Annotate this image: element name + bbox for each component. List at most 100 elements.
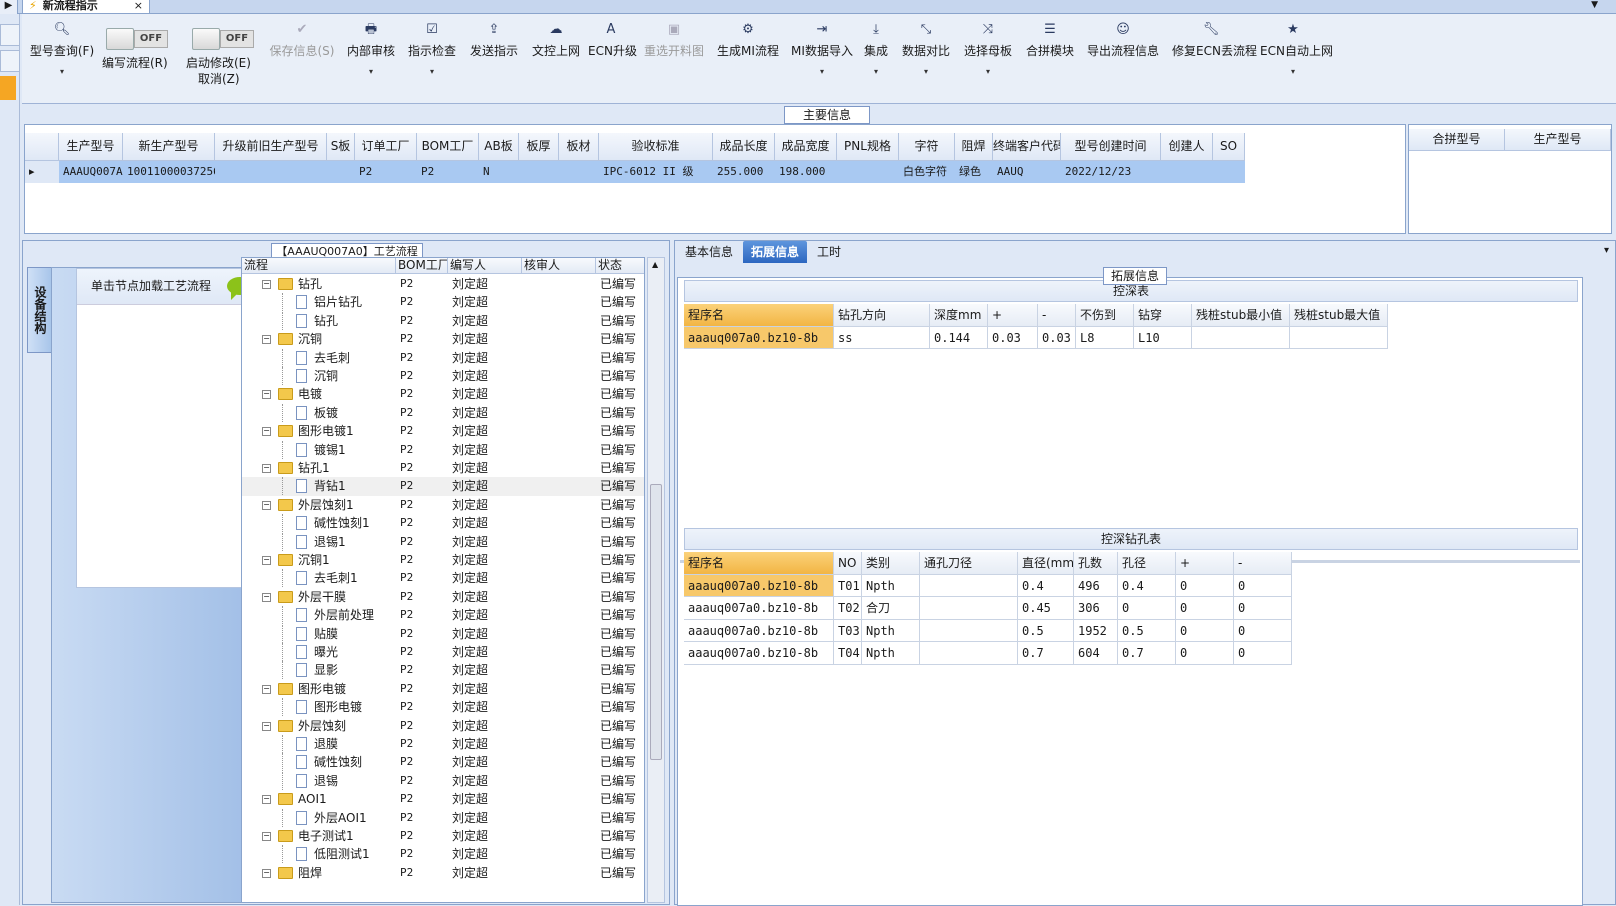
- tree-row[interactable]: 曝光 P2 刘定超 已编写: [242, 643, 644, 661]
- merge-module-button[interactable]: ☰ 合拼模块: [1024, 22, 1076, 59]
- save-info-button[interactable]: ✔ 保存信息(S): [268, 22, 336, 59]
- main-info-cell[interactable]: 白色字符: [899, 161, 955, 183]
- grid-cell[interactable]: 0: [1176, 619, 1234, 643]
- grid-column-header[interactable]: 程序名: [684, 304, 834, 327]
- chevron-down-icon[interactable]: ▾: [900, 65, 952, 79]
- tab-extended-info[interactable]: 拓展信息: [743, 241, 807, 263]
- repair-ecn-flow-button[interactable]: 🔧︎ 修复ECN丢流程: [1172, 22, 1257, 59]
- grid-cell[interactable]: T02: [834, 597, 862, 620]
- main-info-cell[interactable]: P2: [355, 161, 417, 183]
- grid-cell[interactable]: 0: [1176, 597, 1234, 620]
- grid-cell[interactable]: aaauq007a0.bz10-8b: [684, 326, 834, 350]
- toggle-knob[interactable]: [106, 28, 134, 50]
- main-info-cell[interactable]: 绿色: [955, 161, 993, 183]
- cancel-edit-label[interactable]: 取消(Z): [198, 70, 240, 87]
- main-info-cell[interactable]: [215, 161, 327, 183]
- grid-cell[interactable]: 1952: [1074, 619, 1118, 643]
- main-info-column-header[interactable]: BOM工厂: [417, 133, 479, 161]
- grid-column-header[interactable]: 类别: [862, 552, 920, 575]
- grid-cell[interactable]: [920, 597, 1018, 620]
- collapse-icon[interactable]: −: [262, 500, 271, 510]
- tree-row[interactable]: 板镀 P2 刘定超 已编写: [242, 403, 644, 422]
- grid-cell[interactable]: 0: [1176, 574, 1234, 598]
- main-info-column-header[interactable]: 板厚: [519, 133, 559, 161]
- chevron-down-icon[interactable]: ▾: [1260, 65, 1326, 79]
- grid-column-header[interactable]: -: [1038, 304, 1076, 327]
- main-info-cell[interactable]: P2: [417, 161, 479, 183]
- enable-edit-toggle[interactable]: OFF: [192, 28, 256, 50]
- send-instruction-button[interactable]: ⇪ 发送指示: [468, 22, 520, 59]
- tree-row[interactable]: 碱性蚀刻1 P2 刘定超 已编写: [242, 514, 644, 533]
- collapse-icon[interactable]: −: [262, 280, 271, 289]
- col-flow[interactable]: 流程: [242, 258, 396, 274]
- grid-column-header[interactable]: 孔数: [1074, 552, 1118, 575]
- tree-row[interactable]: 去毛刺 P2 刘定超 已编写: [242, 348, 644, 367]
- left-stub-icon[interactable]: ▶: [0, 0, 18, 14]
- grid-cell[interactable]: 604: [1074, 642, 1118, 665]
- chevron-down-icon[interactable]: ▾: [790, 65, 854, 79]
- grid-cell[interactable]: 0: [1176, 642, 1234, 665]
- tree-row[interactable]: − 钻孔1 P2 刘定超 已编写: [242, 459, 644, 477]
- main-info-column-header[interactable]: 终端客户代码: [993, 133, 1061, 161]
- tree-row[interactable]: − AOI1 P2 刘定超 已编写: [242, 790, 644, 808]
- grid-cell[interactable]: Npth: [862, 574, 920, 598]
- tree-row[interactable]: 外层AOI1 P2 刘定超 已编写: [242, 808, 644, 827]
- main-info-cell[interactable]: [559, 161, 599, 183]
- col-writer[interactable]: 编写人: [448, 258, 522, 274]
- collapse-icon[interactable]: −: [262, 427, 271, 437]
- tree-row[interactable]: 图形电镀 P2 刘定超 已编写: [242, 698, 644, 717]
- integrate-button[interactable]: ⤓ 集成 ▾: [862, 22, 890, 79]
- tree-row[interactable]: 退膜 P2 刘定超 已编写: [242, 735, 644, 753]
- grid-cell[interactable]: 0.03: [1038, 326, 1076, 350]
- tree-row[interactable]: 沉铜 P2 刘定超 已编写: [242, 367, 644, 385]
- main-info-column-header[interactable]: S板: [327, 133, 355, 161]
- grid-cell[interactable]: 0: [1234, 597, 1292, 620]
- tree-row[interactable]: 贴膜 P2 刘定超 已编写: [242, 624, 644, 643]
- tab-menu-icon[interactable]: ▾: [1604, 245, 1609, 256]
- grid-cell[interactable]: Npth: [862, 619, 920, 643]
- grid-cell[interactable]: 0: [1234, 574, 1292, 598]
- mi-data-import-button[interactable]: ⇥ MI数据导入 ▾: [790, 22, 854, 79]
- chevron-down-icon[interactable]: ▾: [26, 65, 98, 79]
- grid-column-header[interactable]: 残桩stub最大值: [1290, 304, 1388, 327]
- main-info-column-header[interactable]: 成品宽度: [775, 133, 837, 161]
- tree-row[interactable]: − 外层干膜 P2 刘定超 已编写: [242, 588, 644, 606]
- tree-row[interactable]: − 沉铜1 P2 刘定超 已编写: [242, 551, 644, 569]
- grid-cell[interactable]: 0.03: [988, 326, 1038, 350]
- write-flow-toggle[interactable]: OFF: [106, 28, 170, 50]
- main-info-cell[interactable]: 198.000: [775, 161, 837, 183]
- collapse-icon[interactable]: −: [262, 464, 271, 473]
- main-info-cell[interactable]: 2022/12/23: [1061, 161, 1161, 183]
- main-info-column-header[interactable]: 成品长度: [713, 133, 775, 161]
- grid-cell[interactable]: [920, 574, 1018, 598]
- doc-control-online-button[interactable]: ☁ 文控上网: [530, 22, 582, 59]
- collapse-icon[interactable]: −: [262, 390, 271, 400]
- grid-cell[interactable]: 0.7: [1018, 642, 1074, 665]
- grid-cell[interactable]: 0.45: [1018, 597, 1074, 620]
- tree-row[interactable]: − 外层蚀刻1 P2 刘定超 已编写: [242, 496, 644, 514]
- grid-column-header[interactable]: 程序名: [684, 552, 834, 575]
- collapse-icon[interactable]: −: [262, 868, 271, 878]
- main-info-cell[interactable]: AAUQ: [993, 161, 1061, 183]
- main-info-cell[interactable]: [327, 161, 355, 183]
- main-info-column-header[interactable]: AB板: [479, 133, 519, 161]
- grid-cell[interactable]: T03: [834, 619, 862, 643]
- grid-cell[interactable]: 0.5: [1118, 619, 1176, 643]
- main-info-cell[interactable]: [1213, 161, 1245, 183]
- col-status[interactable]: 状态: [596, 258, 644, 274]
- rail-block[interactable]: [0, 24, 20, 46]
- tab-work-hours[interactable]: 工时: [811, 241, 847, 263]
- select-master-board-button[interactable]: ⤨ 选择母板 ▾: [962, 22, 1014, 79]
- grid-cell[interactable]: 0.7: [1118, 642, 1176, 665]
- tree-row[interactable]: − 图形电镀 P2 刘定超 已编写: [242, 680, 644, 698]
- collapse-icon[interactable]: −: [262, 335, 271, 345]
- main-info-column-header[interactable]: 板材: [559, 133, 599, 161]
- col-bom[interactable]: BOM工厂: [396, 258, 448, 274]
- table-row[interactable]: aaauq007a0.bz10-8b T04 Npth 0.7 604 0.7 0 0: [684, 642, 1292, 665]
- chevron-down-icon[interactable]: ▾: [962, 65, 1014, 79]
- grid-column-header[interactable]: +: [988, 304, 1038, 327]
- main-info-cell[interactable]: 255.000: [713, 161, 775, 183]
- grid-cell[interactable]: ss: [834, 326, 930, 350]
- tree-row[interactable]: 钻孔 P2 刘定超 已编写: [242, 311, 644, 330]
- grid-column-header[interactable]: 孔径: [1118, 552, 1176, 575]
